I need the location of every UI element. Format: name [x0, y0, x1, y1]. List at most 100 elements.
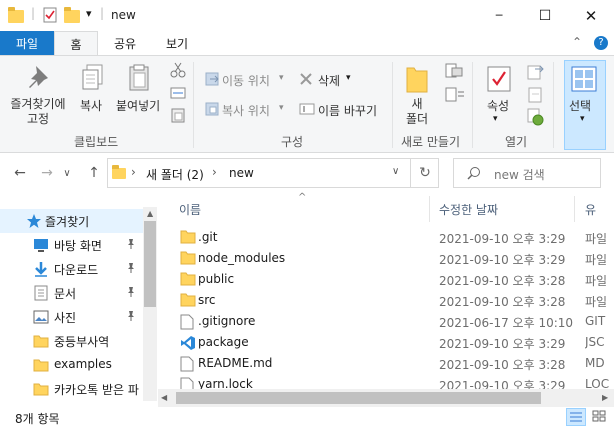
file-type: GIT — [585, 314, 606, 328]
forward-button[interactable]: → — [36, 162, 58, 184]
nav-item-label: 중등부사역 — [54, 335, 110, 349]
properties-check-icon[interactable] — [42, 7, 58, 23]
breadcrumb-current[interactable]: new — [229, 166, 254, 180]
search-input[interactable]: new 검색 — [494, 166, 545, 183]
breadcrumb-separator: › — [131, 165, 136, 179]
close-button[interactable]: ✕ — [568, 0, 614, 31]
up-button[interactable]: ↑ — [83, 162, 105, 184]
nav-item-label: 바탕 화면 — [54, 239, 102, 253]
pin-to-quick-access-button[interactable]: 즐겨찾기에 고정 — [7, 97, 69, 127]
maximize-icon: ☐ — [538, 7, 552, 24]
paste-shortcut-icon[interactable] — [170, 107, 186, 126]
ribbon-separator — [472, 62, 473, 148]
move-to-dropdown-icon[interactable]: ▾ — [279, 73, 284, 83]
properties-dropdown-icon[interactable]: ▾ — [493, 114, 498, 124]
nav-item[interactable]: 다운로드 — [0, 257, 144, 281]
refresh-button[interactable]: ↻ — [410, 158, 439, 188]
copy-to-dropdown-icon[interactable]: ▾ — [279, 103, 284, 113]
new-folder-button[interactable]: 새 폴더 — [404, 97, 430, 127]
tab-file[interactable]: 파일 — [0, 31, 54, 56]
large-icons-view-button[interactable] — [590, 408, 610, 426]
column-divider[interactable] — [574, 196, 575, 222]
column-header-type[interactable]: 유 — [585, 201, 596, 221]
file-name: public — [198, 272, 235, 286]
file-type: 파일 — [585, 253, 608, 267]
back-button[interactable]: ← — [9, 162, 31, 184]
help-button[interactable]: ? — [594, 36, 608, 50]
desktop-icon — [33, 237, 49, 256]
collapse-ribbon-button[interactable]: ⌃ — [572, 35, 582, 49]
easy-access-icon[interactable] — [444, 86, 466, 107]
properties-button[interactable]: 속성 — [487, 97, 509, 114]
copy-to-icon — [205, 101, 221, 120]
address-dropdown-button[interactable]: ∨ — [392, 166, 399, 177]
new-group-label: 새로 만들기 — [401, 135, 461, 149]
nav-item[interactable]: 바탕 화면 — [0, 233, 144, 257]
folder-icon — [180, 272, 196, 289]
pictures-icon — [33, 309, 49, 328]
file-name: package — [198, 335, 249, 349]
pin-icon — [126, 286, 136, 301]
document-icon — [33, 285, 49, 304]
nav-item[interactable]: 카카오톡 받은 파 — [0, 377, 144, 401]
nav-scrollbar[interactable]: ▲ — [143, 207, 157, 401]
recent-locations-button[interactable]: ∨ — [60, 162, 74, 184]
select-dropdown-icon[interactable]: ▾ — [580, 114, 585, 124]
delete-button[interactable]: 삭제 — [318, 72, 340, 89]
tab-home[interactable]: 홈 — [54, 31, 98, 56]
details-view-button[interactable] — [566, 408, 586, 426]
maximize-button[interactable]: ☐ — [522, 0, 568, 31]
folder-icon — [180, 293, 196, 310]
tab-view[interactable]: 보기 — [152, 31, 202, 56]
nav-item[interactable]: 중등부사역 — [0, 329, 144, 353]
rename-button[interactable]: 이름 바꾸기 — [318, 102, 377, 119]
nav-item[interactable]: 사진 — [0, 305, 144, 329]
column-header-name[interactable]: 이름 — [179, 201, 201, 221]
copy-path-icon[interactable] — [170, 86, 186, 103]
nav-scroll-thumb[interactable] — [144, 221, 156, 307]
history-icon[interactable] — [527, 108, 545, 129]
file-name: README.md — [198, 356, 273, 370]
horizontal-scroll-thumb[interactable] — [176, 392, 541, 404]
paste-button[interactable]: 붙여넣기 — [116, 97, 160, 114]
breadcrumb-parent[interactable]: 새 폴더 (2) — [146, 166, 204, 183]
file-modified: 2021-09-10 오후 3:28 — [439, 295, 566, 309]
nav-item[interactable]: examples — [0, 353, 144, 377]
ribbon-separator — [193, 62, 194, 148]
new-item-icon[interactable] — [444, 63, 466, 84]
file-name: node_modules — [198, 251, 286, 265]
copy-button[interactable]: 복사 — [80, 97, 102, 114]
new-folder-quick-icon[interactable] — [64, 7, 80, 23]
clipboard-group-label: 클립보드 — [74, 135, 119, 149]
nav-item-label: 문서 — [54, 287, 77, 301]
column-divider[interactable] — [429, 196, 430, 222]
file-type: 파일 — [585, 295, 608, 309]
column-header-modified[interactable]: 수정한 날짜 — [439, 201, 498, 221]
organize-group-label: 구성 — [281, 135, 304, 149]
file-name: src — [198, 293, 216, 307]
minimize-button[interactable]: ─ — [476, 0, 522, 31]
folder-icon — [33, 333, 49, 352]
select-button[interactable]: 선택 — [569, 97, 591, 114]
nav-item[interactable]: 문서 — [0, 281, 144, 305]
qa-separator: | — [31, 6, 36, 20]
cut-icon[interactable] — [170, 62, 186, 81]
copy-to-button[interactable]: 복사 위치 — [222, 102, 270, 119]
open-icon[interactable] — [527, 63, 545, 84]
file-type: MD — [585, 356, 605, 370]
pin-label-1: 즐겨찾기에 — [10, 97, 66, 111]
delete-dropdown-icon[interactable]: ▾ — [346, 73, 351, 83]
nav-item-label: 즐겨찾기 — [45, 215, 90, 229]
status-bar — [0, 407, 614, 429]
sort-indicator-icon: ^ — [298, 192, 307, 203]
move-to-button[interactable]: 이동 위치 — [222, 72, 270, 89]
edit-icon[interactable] — [527, 86, 545, 107]
horizontal-scrollbar[interactable]: ◀ ▶ — [158, 389, 614, 407]
file-type: 파일 — [585, 232, 608, 246]
copy-icon — [80, 63, 106, 96]
tab-share[interactable]: 공유 — [98, 31, 152, 56]
quick-access-dropdown[interactable]: ▾ — [86, 7, 92, 20]
new-folder-label-2: 폴더 — [405, 112, 429, 126]
window-title: new — [111, 8, 136, 22]
nav-item[interactable]: 즐겨찾기 — [0, 209, 144, 233]
